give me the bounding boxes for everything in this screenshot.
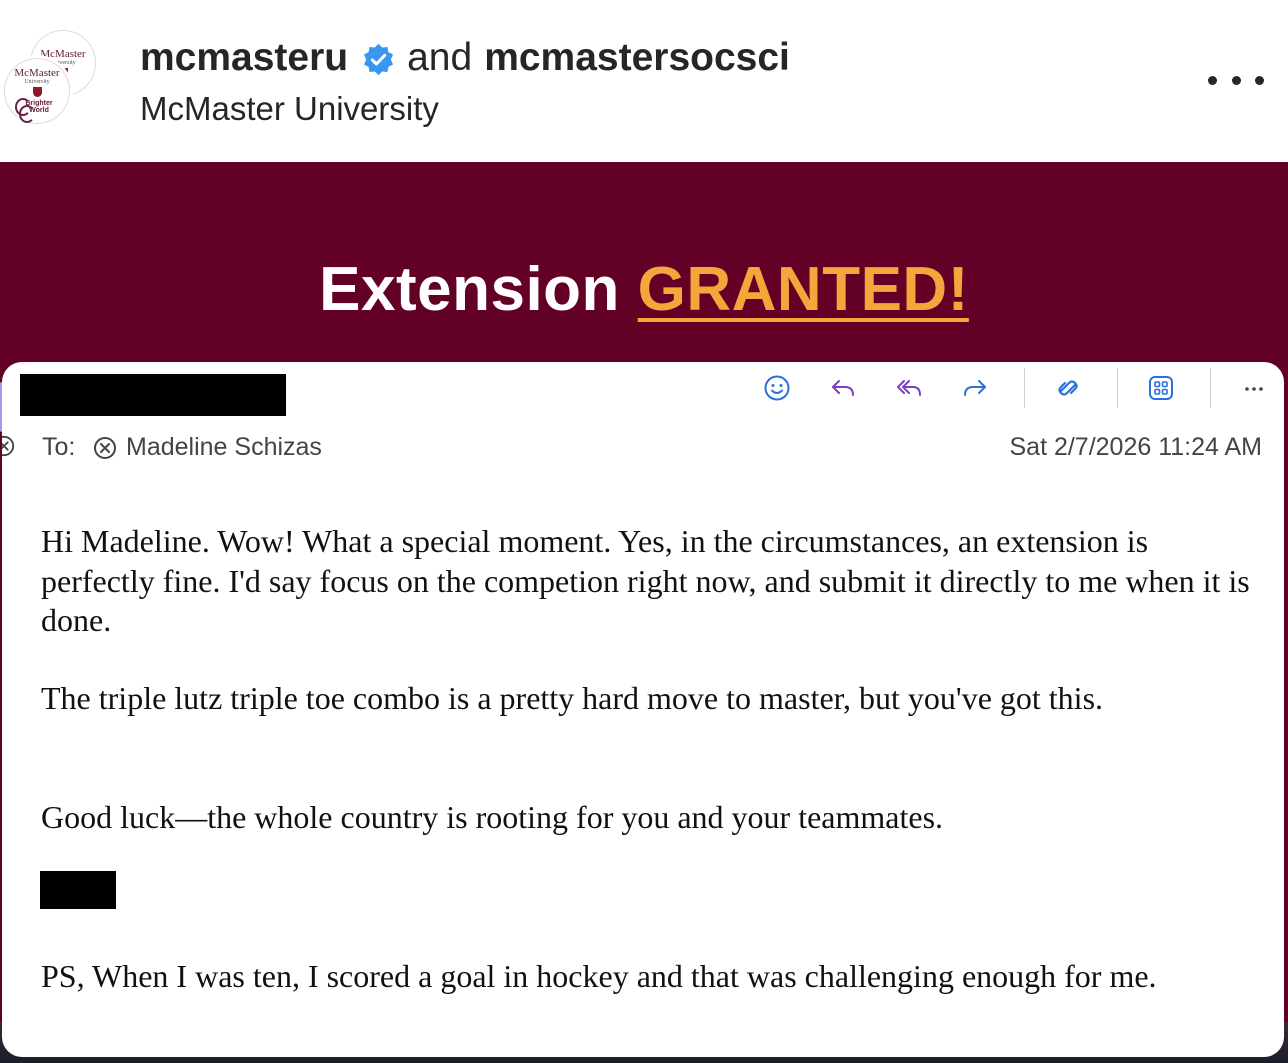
apps-icon[interactable] xyxy=(1144,371,1178,405)
conjunction-text: and xyxy=(407,36,473,79)
location-subtitle[interactable]: McMaster University xyxy=(140,90,439,128)
reply-all-icon[interactable] xyxy=(892,371,926,405)
remove-recipient-icon[interactable] xyxy=(92,435,118,461)
recipient-chip[interactable]: Madeline Schizas xyxy=(92,433,322,462)
redacted-signature xyxy=(40,871,116,909)
email-screenshot: To: Madeline Schizas Sat 2/7/2026 11:24 … xyxy=(2,362,1284,1057)
to-label: To: xyxy=(42,433,76,461)
reply-icon[interactable] xyxy=(826,371,860,405)
toolbar-divider xyxy=(1117,368,1118,408)
redacted-sender xyxy=(20,374,286,416)
toolbar-divider xyxy=(1210,368,1211,408)
avatar-mcmasteru[interactable]: McMaster University Brighter World xyxy=(4,58,70,124)
verified-badge-icon xyxy=(362,42,395,75)
collab-avatars[interactable]: McMaster University McMaster University … xyxy=(0,28,110,138)
headline-text: Extension xyxy=(319,255,620,324)
body-paragraph: The triple lutz triple toe combo is a pr… xyxy=(41,680,1104,716)
toolbar-divider xyxy=(1024,368,1025,408)
body-paragraph: PS, When I was ten, I scored a goal in h… xyxy=(41,958,1157,994)
avatar-logo-text: McMaster xyxy=(40,47,86,60)
account-names: mcmasteru and mcmastersocsci xyxy=(140,36,790,80)
more-icon[interactable] xyxy=(1237,371,1271,405)
post-image[interactable]: Extension GRANTED! To: Madeline Schizas … xyxy=(0,162,1288,1063)
headline-highlight: GRANTED! xyxy=(637,255,969,324)
account-link-mcmasteru[interactable]: mcmasteru xyxy=(140,36,348,80)
post-header: McMaster University McMaster University … xyxy=(0,0,1288,162)
more-dot xyxy=(1231,75,1241,85)
account-link-mcmastersocsci[interactable]: mcmastersocsci xyxy=(484,36,790,80)
more-options-button[interactable] xyxy=(1208,62,1264,98)
more-horizontal-icon xyxy=(1208,75,1217,85)
forward-icon[interactable] xyxy=(958,371,992,405)
body-paragraph: Hi Madeline. Wow! What a special moment.… xyxy=(41,523,1250,638)
avatar-logo-text: McMaster xyxy=(14,67,60,79)
email-toolbar xyxy=(760,368,1271,408)
loop-icon[interactable] xyxy=(1051,371,1085,405)
recipient-row: To: Madeline Schizas Sat 2/7/2026 11:24 … xyxy=(2,430,1284,466)
more-dot xyxy=(1255,75,1264,85)
avatar-logo-subtext: University xyxy=(24,79,50,85)
emoji-icon[interactable] xyxy=(760,371,794,405)
crest-icon xyxy=(32,87,42,97)
sent-datetime: Sat 2/7/2026 11:24 AM xyxy=(1009,433,1262,461)
body-paragraph: Good luck—the whole country is rooting f… xyxy=(41,799,944,835)
recipient-name: Madeline Schizas xyxy=(126,433,322,461)
headline: Extension GRANTED! xyxy=(0,254,1288,325)
remove-circle-icon xyxy=(2,434,16,465)
brighter-world-logo-line2: World xyxy=(19,105,49,123)
